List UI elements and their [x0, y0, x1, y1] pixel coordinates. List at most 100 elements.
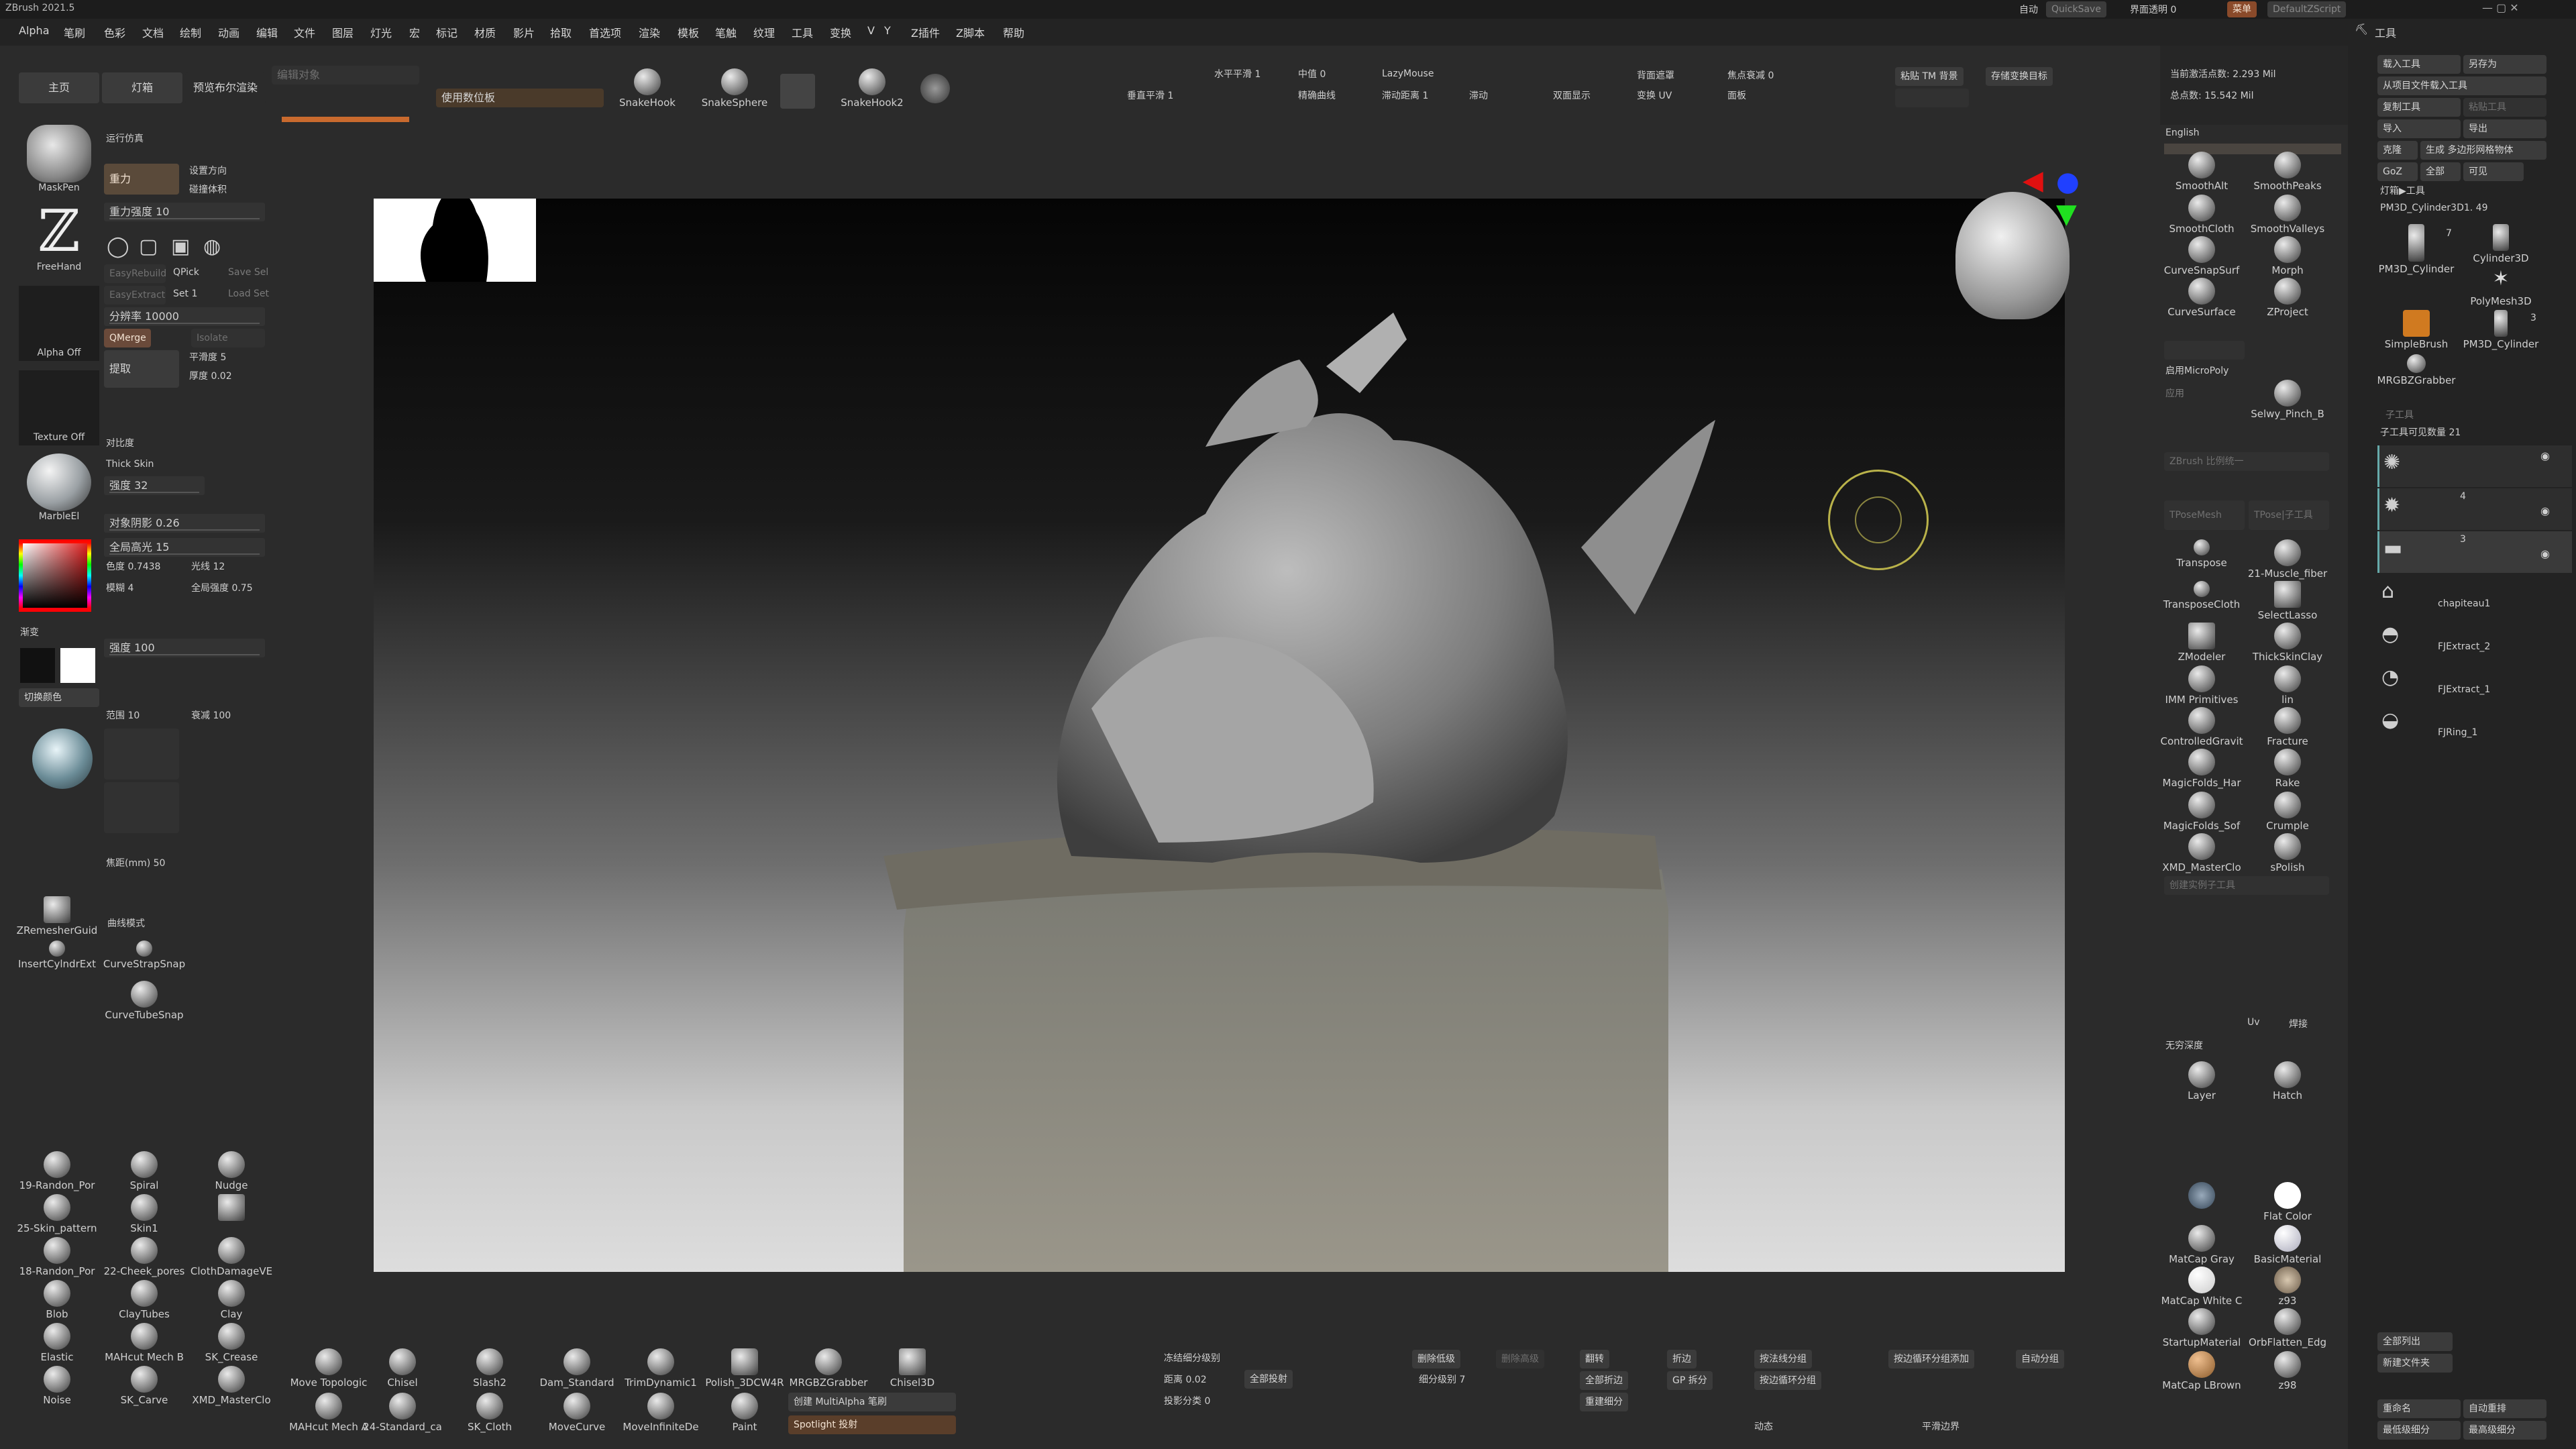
projection-slider[interactable]: 投影分类 0	[1164, 1394, 1210, 1407]
snakesphere-brush[interactable]: SnakeSphere	[688, 68, 782, 110]
menu-material[interactable]: 材质	[474, 24, 496, 40]
zremesher-guide-brush[interactable]: ZRemesherGuid	[7, 896, 107, 938]
subtool-row[interactable]: ✹ 4 ◉	[2377, 488, 2572, 530]
dynamic-label[interactable]: 动态	[1754, 1419, 1773, 1433]
save-target-button[interactable]: 存储变换目标	[1986, 67, 2053, 86]
list-all-button[interactable]: 全部列出	[2377, 1332, 2453, 1351]
alpha-off-slot[interactable]: Alpha Off	[19, 286, 99, 361]
right-brush-slot[interactable]: SelectLasso	[2241, 581, 2334, 623]
visibility-eye-icon[interactable]: ◉	[2540, 504, 2550, 517]
language-label[interactable]: English	[2165, 127, 2200, 138]
window-controls[interactable]: — ▢ ✕	[2482, 1, 2519, 14]
menu-edit[interactable]: 编辑	[256, 24, 278, 40]
strength-slider[interactable]: 强度 32	[104, 476, 205, 495]
menu-draw[interactable]: 绘制	[180, 24, 201, 40]
focal-length-slider[interactable]: 焦距(mm) 50	[106, 856, 165, 869]
navigation-thumbnail[interactable]	[374, 199, 536, 282]
x-axis-arrow-icon[interactable]: ◀	[2023, 165, 2043, 196]
right-brush-slot[interactable]: Morph	[2241, 236, 2334, 278]
dynamic-subdiv-toggle[interactable]	[2164, 341, 2245, 360]
subtool-header[interactable]: 子工具	[2385, 408, 2414, 421]
menu-layer[interactable]: 图层	[332, 24, 354, 40]
tool-slot[interactable]: MRGBZGrabber	[2375, 354, 2458, 396]
new-folder-button[interactable]: 新建文件夹	[2377, 1354, 2453, 1373]
backface-mask-toggle[interactable]: 背面遮罩	[1637, 68, 1674, 82]
save-sel-button[interactable]: Save Sel	[228, 267, 268, 278]
brush-slot[interactable]: Blob	[7, 1280, 107, 1322]
set1-button[interactable]: Set 1	[173, 288, 197, 299]
menu-render[interactable]: 渲染	[639, 24, 660, 40]
menu-file[interactable]: 文件	[294, 24, 315, 40]
paste-tool-button[interactable]: 粘贴工具	[2463, 98, 2546, 117]
rename-button[interactable]: 重命名	[2377, 1399, 2461, 1418]
insert-cylinder-brush[interactable]: InsertCylndrExt	[7, 941, 107, 982]
subtool-row[interactable]: ✺ ◉	[2377, 445, 2572, 487]
backface-label[interactable]: 面板	[1727, 89, 1746, 102]
menu-tool[interactable]: 工具	[792, 24, 813, 40]
snakehook2-brush[interactable]: SnakeHook2	[825, 68, 919, 110]
tpose-subtool-button[interactable]: TPose|子工具	[2249, 500, 2329, 530]
right-brush-slot[interactable]: SmoothPeaks	[2241, 152, 2334, 193]
material-slot[interactable]: z93	[2241, 1267, 2334, 1308]
tool-slot[interactable]: SimpleBrush	[2375, 310, 2458, 352]
menu-document[interactable]: 文档	[142, 24, 164, 40]
right-brush-slot[interactable]: SmoothCloth	[2155, 195, 2249, 236]
right-brush-slot[interactable]: Fracture	[2241, 707, 2334, 749]
right-brush-slot[interactable]: TransposeCloth	[2155, 581, 2249, 623]
crease-all-button[interactable]: 全部折边	[1580, 1371, 1628, 1390]
skull-orientation-icon[interactable]	[1955, 192, 2070, 319]
menu-stroke[interactable]: 笔触	[715, 24, 737, 40]
bottom-brush-slot[interactable]: Slash2	[439, 1348, 540, 1390]
all-button[interactable]: 全部	[2420, 162, 2461, 181]
use-digitizer-button[interactable]: 使用数位板	[436, 89, 604, 107]
right-brush-slot[interactable]: sPolish	[2241, 833, 2334, 875]
copy-tool-button[interactable]: 复制工具	[2377, 98, 2461, 117]
masking-block-2[interactable]	[104, 782, 179, 833]
right-brush-slot[interactable]: lin	[2241, 665, 2334, 707]
smooth-edges-label[interactable]: 平滑边界	[1922, 1419, 1960, 1433]
all-low-button[interactable]: 最低级细分	[2377, 1421, 2461, 1440]
freehand-stroke[interactable]: ℤ FreeHand	[19, 201, 99, 276]
material-slot[interactable]: z98	[2241, 1351, 2334, 1393]
disc-icon[interactable]: ◍	[203, 235, 221, 258]
menu-alpha[interactable]: Alpha	[19, 24, 50, 37]
distance-slider[interactable]: 距离 0.02	[1164, 1373, 1207, 1386]
qpick-button[interactable]: QPick	[173, 267, 199, 278]
brush-slot[interactable]: SK_Carve	[94, 1366, 195, 1407]
brush-slot[interactable]: 18-Randon_Por	[7, 1237, 107, 1279]
brush-slot[interactable]: MAHcut Mech B	[94, 1323, 195, 1364]
lazy-step-toggle[interactable]: 滞动	[1469, 89, 1488, 102]
lightness-slider[interactable]: 光线 12	[191, 559, 225, 573]
current-tool-slider[interactable]: PM3D_Cylinder3D1. 49	[2380, 203, 2488, 213]
brush-slot[interactable]: Nudge	[181, 1151, 282, 1193]
goz-button[interactable]: GoZ	[2377, 162, 2418, 181]
right-brush-slot[interactable]: Transpose	[2155, 539, 2249, 581]
sculptris-icon[interactable]	[920, 74, 950, 103]
all-high-button[interactable]: 最高级细分	[2463, 1421, 2546, 1440]
subdiv-level-slider[interactable]: 细分级别 7	[1419, 1373, 1465, 1386]
menu-texture[interactable]: 纹理	[753, 24, 775, 40]
transparency-slider[interactable]: 界面透明 0	[2130, 3, 2176, 16]
isolate-button[interactable]: Isolate	[191, 329, 265, 347]
zscript-button[interactable]: DefaultZScript	[2267, 1, 2347, 17]
switch-color-button[interactable]: 切换颜色	[19, 688, 99, 707]
right-brush-slot[interactable]: ZProject	[2241, 278, 2334, 319]
bottom-brush-slot[interactable]: Chisel3D	[862, 1348, 963, 1390]
square-icon[interactable]: ▢	[139, 235, 158, 258]
curvetube-brush[interactable]: CurveTubeSnap	[94, 981, 195, 1022]
transform-uv-toggle[interactable]: 变换 UV	[1637, 89, 1672, 102]
paste-tm-button[interactable]: 粘贴 TM 背景	[1895, 67, 1964, 86]
sculpture-model[interactable]	[374, 199, 2065, 1272]
material-slot[interactable]: MatCap LBrown	[2155, 1351, 2249, 1393]
right-brush-slot[interactable]: MagicFolds_Har	[2155, 749, 2249, 790]
dynamic-subdiv-button[interactable]: 按边循环分组添加	[1888, 1350, 1974, 1368]
material-slot[interactable]: MarbleEl	[19, 453, 99, 529]
precise-curve-toggle[interactable]: 精确曲线	[1298, 89, 1336, 102]
right-brush-slot[interactable]: Layer	[2155, 1061, 2249, 1103]
brush-slot[interactable]: SK_Crease	[181, 1323, 282, 1364]
clone-button[interactable]: 克隆	[2377, 141, 2418, 160]
mid-value-slider[interactable]: 中值 0	[1298, 67, 1326, 80]
menu-marker[interactable]: 标记	[436, 24, 458, 40]
visibility-eye-icon[interactable]: ◉	[2540, 449, 2550, 462]
lightbox-button[interactable]: 灯箱	[102, 72, 182, 103]
